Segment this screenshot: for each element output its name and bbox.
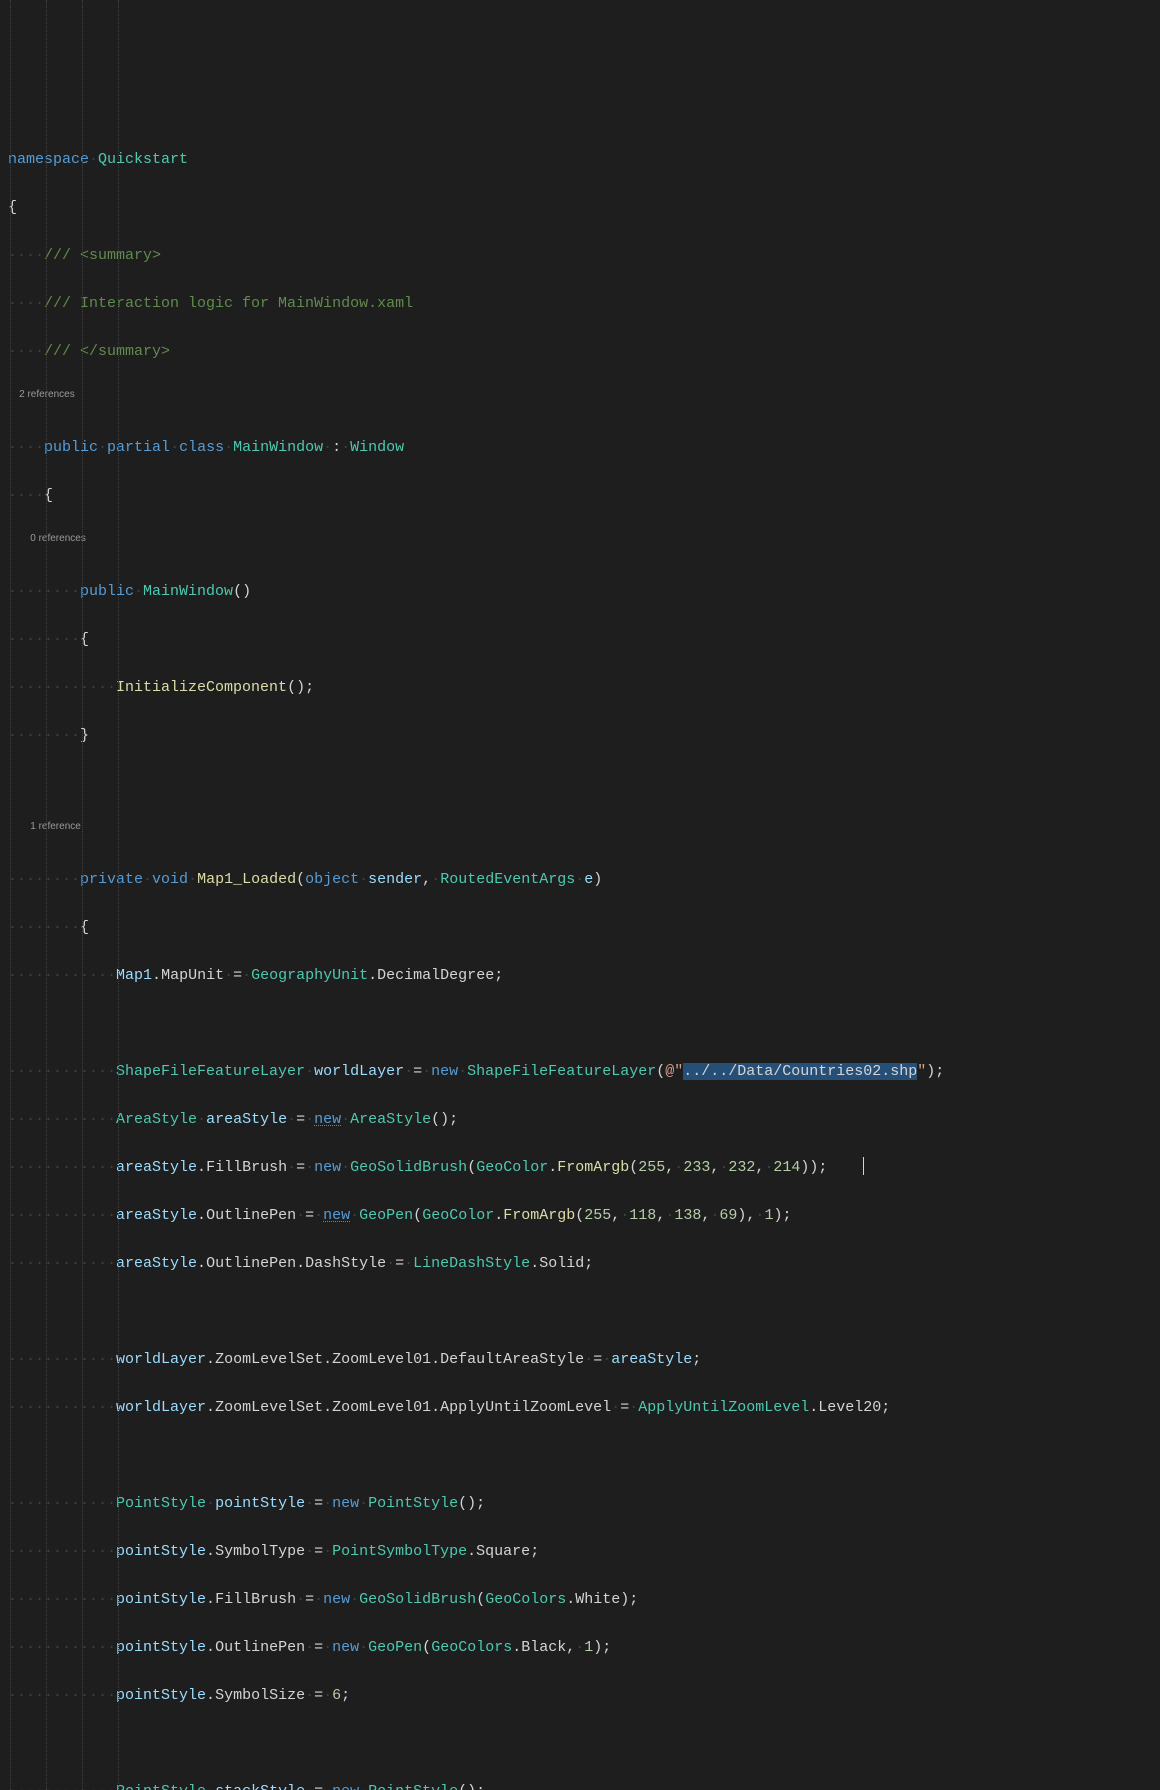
- xml-doc-body: /// Interaction logic for MainWindow.xam…: [44, 295, 413, 312]
- namespace-name: Quickstart: [98, 151, 188, 168]
- method-name: Map1_Loaded: [197, 871, 296, 888]
- ctor-name: MainWindow: [143, 583, 233, 600]
- xml-doc-close: /// </summary>: [44, 343, 170, 360]
- codelens-loaded[interactable]: 1 reference: [30, 821, 81, 832]
- codelens-ctor[interactable]: 0 references: [30, 533, 86, 544]
- class-name: MainWindow: [233, 439, 323, 456]
- xml-doc-open: /// <summary>: [44, 247, 161, 264]
- text-cursor: [863, 1157, 864, 1175]
- selected-path[interactable]: ../../Data/Countries02.shp: [683, 1063, 917, 1080]
- code-editor[interactable]: namespace·Quickstart { ····/// <summary>…: [0, 0, 1160, 1790]
